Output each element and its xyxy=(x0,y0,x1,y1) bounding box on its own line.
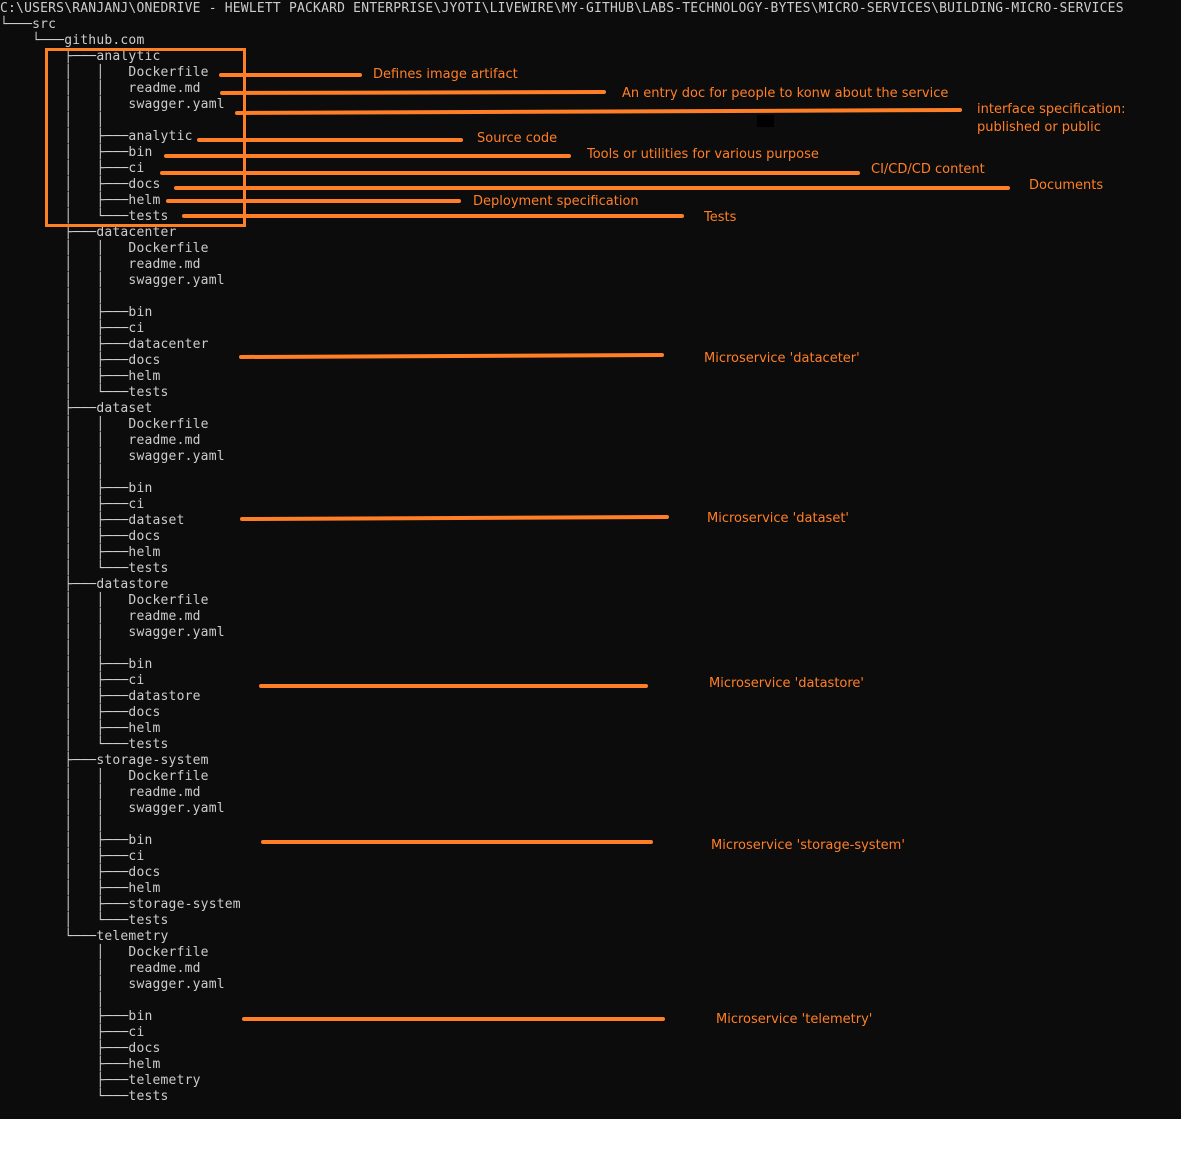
annotation-readme: An entry doc for people to konw about th… xyxy=(622,86,949,101)
annotation-ms-telemetry: Microservice 'telemetry' xyxy=(716,1012,873,1027)
annotation-dockerfile: Defines image artifact xyxy=(373,67,518,82)
annotation-source: Source code xyxy=(477,131,558,146)
dataset-pointer-line xyxy=(240,515,669,521)
annotation-ms-datastore: Microservice 'datastore' xyxy=(709,676,864,691)
annotation-ms-dataset: Microservice 'dataset' xyxy=(707,511,849,526)
annotation-swagger-line1: interface specification: xyxy=(977,102,1126,117)
swagger-pointer-line xyxy=(235,108,962,115)
annotation-ci: CI/CD/CD content xyxy=(871,162,985,177)
annotation-bin: Tools or utilities for various purpose xyxy=(587,147,819,162)
annotation-docs: Documents xyxy=(1029,178,1104,193)
annotation-tests: Tests xyxy=(704,210,737,225)
annotation-helm: Deployment specification xyxy=(473,194,639,209)
annotation-ms-datacenter: Microservice 'dataceter' xyxy=(704,351,860,366)
cursor-block xyxy=(757,115,774,127)
annotation-ms-storage: Microservice 'storage-system' xyxy=(711,838,905,853)
annotation-swagger-line2: published or public xyxy=(977,120,1101,135)
readme-pointer-line xyxy=(220,90,606,95)
annotation-swagger: interface specification: published or pu… xyxy=(977,101,1125,137)
annotation-lines xyxy=(160,73,1010,1021)
datacenter-pointer-line xyxy=(239,353,664,359)
